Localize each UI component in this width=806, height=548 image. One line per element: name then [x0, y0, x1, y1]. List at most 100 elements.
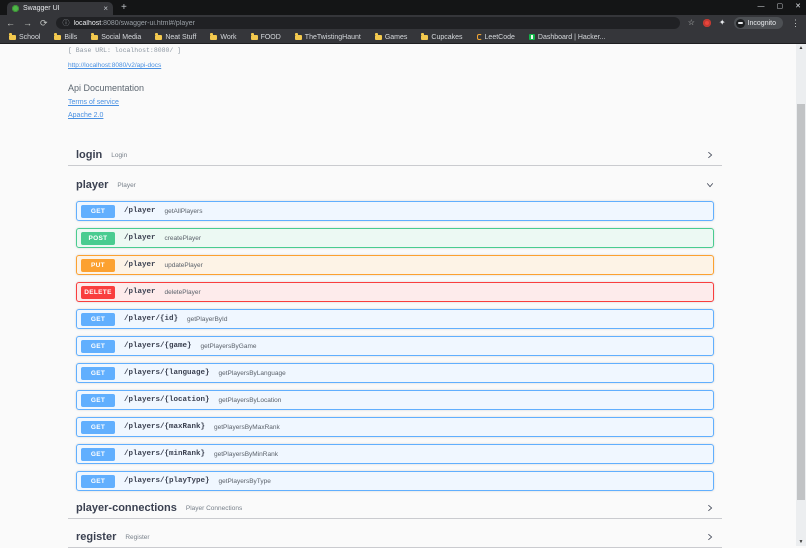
back-icon[interactable]: ← [6, 18, 15, 28]
reload-icon[interactable]: ⟳ [40, 18, 48, 28]
url-host: localhost [73, 19, 102, 27]
scroll-up-icon[interactable]: ▲ [796, 45, 806, 51]
api-docs-link[interactable]: http://localhost:8080/v2/api-docs [68, 62, 161, 69]
endpoint-summary: getPlayersByMaxRank [214, 423, 280, 431]
endpoint-path: /player [124, 234, 156, 242]
incognito-badge: Incognito [733, 17, 783, 29]
bookmark-item[interactable]: TheTwistingHaunt [294, 33, 361, 41]
section-name: register [76, 531, 117, 543]
endpoint-summary: getPlayersByLocation [218, 396, 282, 404]
bookmark-item[interactable]: Bills [54, 33, 77, 41]
swagger-favicon-icon [12, 5, 19, 12]
folder-icon [91, 33, 99, 40]
bookmark-item[interactable]: Cupcakes [421, 33, 463, 41]
endpoint-path: /player/{id} [124, 315, 179, 323]
section-register[interactable]: register Register [68, 527, 722, 548]
endpoint-get-players-game[interactable]: GET /players/{game} getPlayersByGame [76, 336, 714, 356]
endpoint-summary: getPlayerById [187, 315, 228, 323]
incognito-label: Incognito [747, 19, 776, 27]
section-description: Player Connections [185, 505, 243, 512]
bookmark-item[interactable]: Games [374, 33, 407, 41]
endpoint-summary: getPlayersByType [218, 477, 271, 485]
method-badge: DELETE [81, 285, 115, 299]
hackerrank-icon [528, 34, 535, 40]
scrollbar-thumb[interactable] [797, 104, 805, 500]
folder-icon [294, 33, 302, 40]
endpoint-path: /players/{language} [124, 369, 210, 377]
folder-icon [421, 33, 429, 40]
minimize-button[interactable]: — [758, 2, 765, 11]
tab-close-icon[interactable]: × [103, 4, 108, 13]
browser-chrome: Swagger UI × + — ▢ ✕ ← → ⟳ ⓘ localhost:8… [0, 0, 806, 44]
endpoint-get-players-maxrank[interactable]: GET /players/{maxRank} getPlayersByMaxRa… [76, 417, 714, 437]
chevron-down-icon [706, 181, 714, 189]
method-badge: POST [81, 231, 115, 245]
endpoint-get-players-language[interactable]: GET /players/{language} getPlayersByLang… [76, 363, 714, 383]
bookmark-item-hackerrank[interactable]: Dashboard | Hacker... [528, 34, 605, 41]
section-name: login [76, 149, 103, 161]
bookmark-item-leetcode[interactable]: LeetCode [476, 34, 515, 41]
menu-icon[interactable]: ⋮ [791, 18, 800, 28]
toolbar-right: ☆ ✦ Incognito ⋮ [688, 17, 800, 29]
new-tab-button[interactable]: + [121, 3, 127, 13]
method-badge: GET [81, 393, 115, 407]
bookmark-item[interactable]: School [9, 33, 40, 41]
extension-red-icon[interactable] [702, 19, 711, 27]
endpoint-path: /player [124, 207, 156, 215]
tab-strip: Swagger UI × + — ▢ ✕ [0, 0, 806, 15]
chevron-right-icon [706, 151, 714, 159]
folder-icon [54, 33, 62, 40]
bookmark-item[interactable]: Neat Stuff [155, 33, 196, 41]
operation-list: GET /player getAllPlayers POST /player c… [68, 201, 722, 491]
endpoint-put-player[interactable]: PUT /player updatePlayer [76, 255, 714, 275]
license-link[interactable]: Apache 2.0 [68, 112, 103, 119]
section-player-connections[interactable]: player-connections Player Connections [68, 498, 722, 519]
chevron-right-icon [706, 504, 714, 512]
endpoint-summary: updatePlayer [164, 261, 203, 269]
endpoint-path: /players/{playType} [124, 477, 210, 485]
endpoint-summary: getPlayersByLanguage [218, 369, 286, 377]
endpoint-path: /players/{location} [124, 396, 210, 404]
section-description: Player [117, 181, 136, 189]
folder-icon [374, 33, 382, 40]
page-scrollbar[interactable]: ▲ ▼ [796, 44, 806, 546]
endpoint-get-players-minrank[interactable]: GET /players/{minRank} getPlayersByMinRa… [76, 444, 714, 464]
close-button[interactable]: ✕ [795, 2, 801, 11]
endpoint-summary: getPlayersByMinRank [214, 450, 278, 458]
endpoint-post-player[interactable]: POST /player createPlayer [76, 228, 714, 248]
scroll-down-icon[interactable]: ▼ [796, 539, 806, 545]
section-description: Login [111, 152, 128, 159]
base-url-text: [ Base URL: localhost:8080/ ] [68, 47, 182, 54]
browser-tab[interactable]: Swagger UI × [7, 2, 113, 15]
endpoint-path: /players/{game} [124, 342, 192, 350]
address-bar[interactable]: ⓘ localhost:8080/swagger-ui.html#/player [55, 17, 680, 29]
endpoint-get-player-id[interactable]: GET /player/{id} getPlayerById [76, 309, 714, 329]
section-login[interactable]: login Login [68, 145, 722, 166]
bookmark-item[interactable]: Social Media [91, 33, 141, 41]
bookmark-star-icon[interactable]: ☆ [688, 19, 695, 27]
endpoint-get-players-playtype[interactable]: GET /players/{playType} getPlayersByType [76, 471, 714, 491]
endpoint-delete-player[interactable]: DELETE /player deletePlayer [76, 282, 714, 302]
folder-icon [9, 33, 16, 40]
bookmark-item[interactable]: Work [210, 33, 237, 41]
browser-toolbar: ← → ⟳ ⓘ localhost:8080/swagger-ui.html#/… [0, 15, 806, 31]
method-badge: GET [81, 366, 115, 380]
method-badge: PUT [81, 258, 115, 272]
forward-icon[interactable]: → [23, 18, 32, 28]
folder-icon [210, 33, 218, 40]
section-player[interactable]: player Player [68, 174, 722, 195]
endpoint-get-player[interactable]: GET /player getAllPlayers [76, 201, 714, 221]
endpoint-get-players-location[interactable]: GET /players/{location} getPlayersByLoca… [76, 390, 714, 410]
terms-of-service-link[interactable]: Terms of service [68, 99, 119, 106]
incognito-icon [735, 18, 745, 28]
endpoint-path: /player [124, 288, 156, 296]
endpoint-summary: createPlayer [164, 234, 202, 242]
endpoint-summary: getAllPlayers [164, 207, 203, 215]
swagger-page: [ Base URL: localhost:8080/ ] http://loc… [0, 44, 796, 548]
maximize-button[interactable]: ▢ [777, 2, 784, 11]
section-name: player-connections [76, 502, 177, 514]
bookmark-item[interactable]: FOOD [250, 33, 281, 41]
leetcode-icon [476, 34, 482, 40]
site-info-icon[interactable]: ⓘ [63, 20, 70, 27]
extensions-icon[interactable]: ✦ [719, 19, 726, 27]
